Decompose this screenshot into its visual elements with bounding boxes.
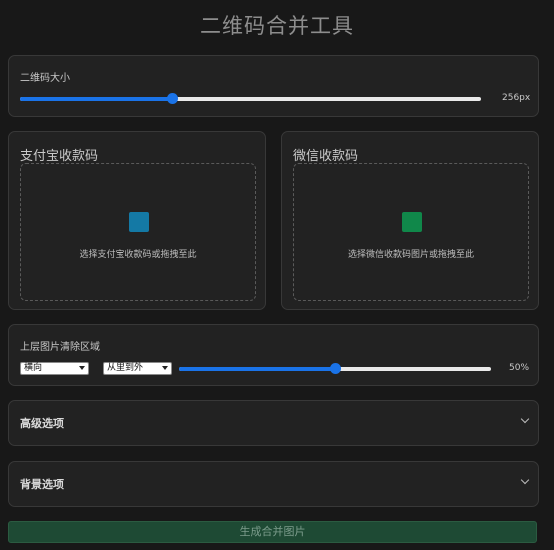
slider-fill xyxy=(20,97,173,101)
background-options-section[interactable]: 背景选项 xyxy=(8,461,539,507)
qr-size-slider[interactable] xyxy=(20,92,481,106)
chevron-down-icon xyxy=(79,366,85,370)
direction-select-value: 横向 xyxy=(24,363,43,373)
slider-fill xyxy=(179,367,335,371)
chevron-down-icon xyxy=(520,414,530,424)
alipay-upload-title: 支付宝收款码 xyxy=(20,149,99,164)
alipay-image-icon xyxy=(129,212,149,232)
direction-select[interactable]: 横向 xyxy=(20,362,89,375)
alipay-dropzone[interactable]: 选择支付宝收款码或拖拽至此 xyxy=(20,163,256,301)
wechat-dropzone[interactable]: 选择微信收款码图片或拖拽至此 xyxy=(293,163,529,301)
advanced-options-section[interactable]: 高级选项 xyxy=(8,400,539,446)
mode-select[interactable]: 从里到外 xyxy=(103,362,172,375)
clear-region-slider[interactable] xyxy=(179,362,491,376)
chevron-down-icon xyxy=(520,475,530,485)
mode-select-value: 从里到外 xyxy=(107,363,144,373)
clear-region-label: 上层图片清除区域 xyxy=(20,342,100,353)
clear-region-value: 50% xyxy=(509,363,530,373)
wechat-upload-card: 微信收款码 选择微信收款码图片或拖拽至此 xyxy=(281,131,539,310)
slider-thumb[interactable] xyxy=(330,363,341,374)
alipay-dropzone-text: 选择支付宝收款码或拖拽至此 xyxy=(79,250,197,260)
qr-size-label: 二维码大小 xyxy=(20,73,70,84)
clear-region-card: 上层图片清除区域 横向 从里到外 50% xyxy=(8,324,539,386)
qr-size-value: 256px xyxy=(502,93,531,103)
advanced-options-title: 高级选项 xyxy=(20,417,64,430)
qr-size-card: 二维码大小 256px xyxy=(8,55,539,117)
chevron-down-icon xyxy=(162,366,168,370)
wechat-upload-title: 微信收款码 xyxy=(293,149,359,164)
page-title: 二维码合并工具 xyxy=(200,14,354,38)
wechat-image-icon xyxy=(402,212,422,232)
wechat-dropzone-text: 选择微信收款码图片或拖拽至此 xyxy=(347,250,474,260)
background-options-title: 背景选项 xyxy=(20,478,64,491)
alipay-upload-card: 支付宝收款码 选择支付宝收款码或拖拽至此 xyxy=(8,131,266,310)
generate-merged-image-button[interactable]: 生成合并图片 xyxy=(8,521,537,543)
qr-merge-page: 二维码合并工具 二维码大小 256px 支付宝收款码 选择支付宝收款码或拖拽至此… xyxy=(0,0,554,550)
slider-thumb[interactable] xyxy=(167,93,179,104)
